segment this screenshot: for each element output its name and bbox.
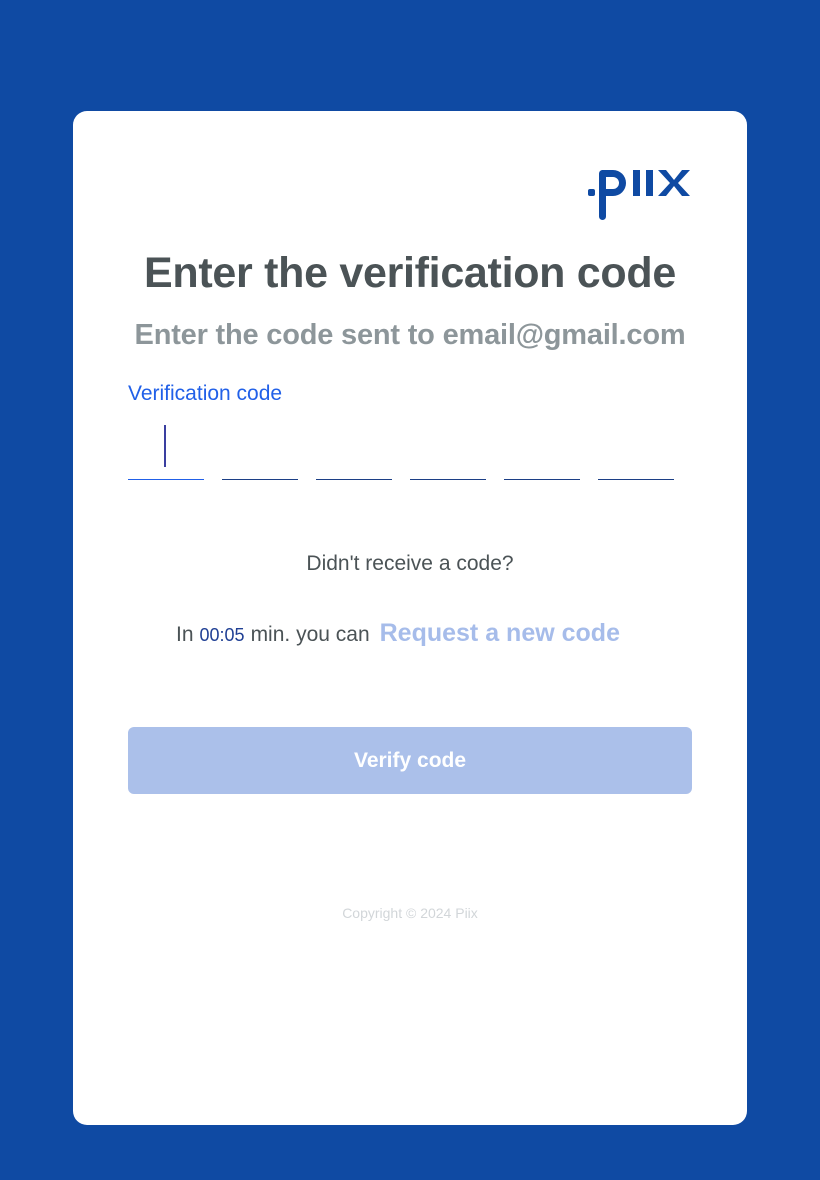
email-address: email@gmail.com	[442, 319, 686, 351]
copyright-text: Copyright © 2024 Piix	[342, 905, 478, 921]
page-title: Enter the verification code	[144, 249, 676, 297]
subtitle-prefix: Enter the code sent to	[134, 319, 435, 351]
digit-input-3[interactable]	[316, 417, 392, 480]
verify-code-button[interactable]: Verify code	[128, 727, 692, 794]
request-new-code-link[interactable]: Request a new code	[380, 619, 620, 648]
countdown-timer: 00:05	[199, 625, 245, 645]
resend-timer-row: In 00:05 min. you can Request a new code	[176, 619, 620, 648]
digit-input-1[interactable]	[128, 417, 204, 480]
digit-input-5[interactable]	[504, 417, 580, 480]
verification-code-label: Verification code	[128, 382, 283, 405]
resend-question: Didn't receive a code?	[306, 552, 514, 575]
piix-logo	[588, 170, 690, 220]
timer-prefix: In	[176, 623, 194, 646]
page-subtitle: Enter the code sent to email@gmail.com	[73, 319, 747, 352]
digit-wrapper-1	[128, 417, 204, 480]
verification-card: Enter the verification code Enter the co…	[73, 111, 747, 1125]
digit-input-2[interactable]	[222, 417, 298, 480]
timer-suffix: min. you can	[250, 623, 370, 646]
digit-input-4[interactable]	[410, 417, 486, 480]
digit-input-6[interactable]	[598, 417, 674, 480]
verification-code-inputs	[128, 417, 674, 481]
text-caret	[164, 425, 166, 467]
